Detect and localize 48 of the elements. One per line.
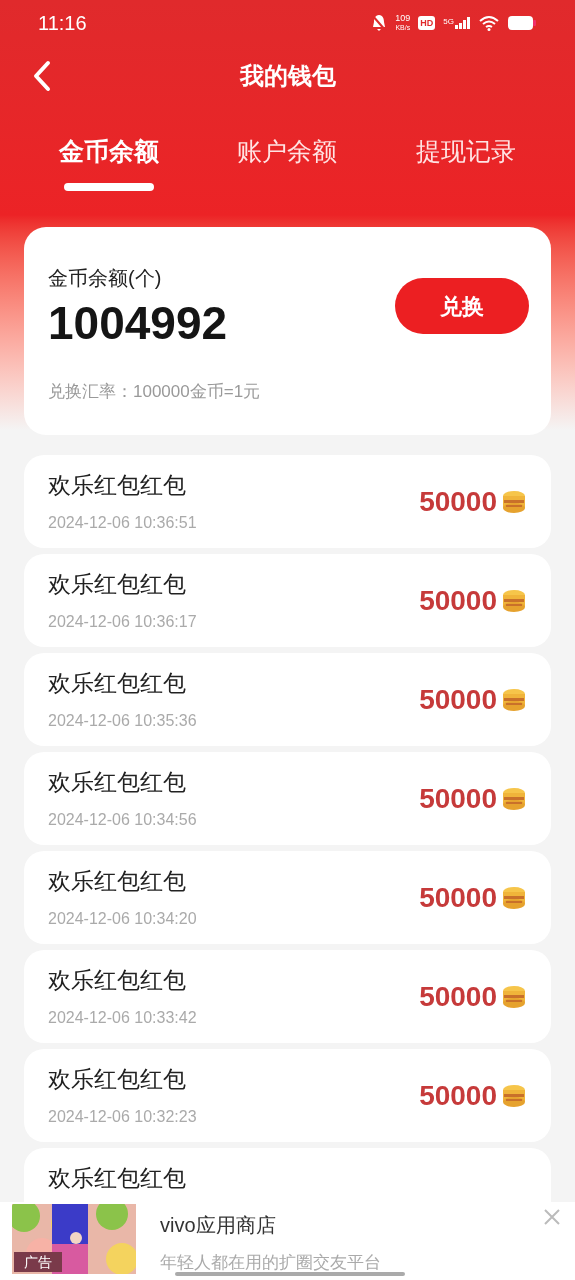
record-amount: 50000 (419, 781, 497, 816)
record-title: 欢乐红包红包 (48, 669, 187, 698)
bell-off-icon (371, 13, 388, 32)
ad-subtitle: 年轻人都在用的扩圈交友平台 (160, 1252, 381, 1274)
record-title: 欢乐红包红包 (48, 1164, 186, 1193)
ad-banner[interactable]: 广告 vivo应用商店 年轻人都在用的扩圈交友平台 (0, 1202, 575, 1280)
record-amount: 50000 (419, 682, 497, 717)
ad-title: vivo应用商店 (160, 1213, 277, 1238)
tab[interactable]: 金币余额 (59, 133, 160, 171)
exchange-button[interactable]: 兑换 (395, 278, 529, 334)
record-time: 2024-12-06 10:34:56 (48, 809, 197, 830)
record-title: 欢乐红包红包 (48, 867, 187, 896)
wifi-icon (479, 14, 499, 31)
record-amount: 50000 (419, 979, 497, 1014)
record-time: 2024-12-06 10:32:23 (48, 1106, 197, 1127)
record-time: 2024-12-06 10:33:42 (48, 1007, 197, 1028)
coin-stack-icon (501, 785, 527, 812)
record-title: 欢乐红包红包 (48, 768, 187, 797)
ad-badge: 广告 (14, 1252, 62, 1272)
record-time: 2024-12-06 10:35:36 (48, 710, 197, 731)
coin-stack-icon (501, 587, 527, 614)
tab[interactable]: 提现记录 (415, 133, 516, 171)
speed-value: 109 (395, 13, 411, 23)
record-title: 欢乐红包红包 (48, 1065, 187, 1094)
record-title: 欢乐红包红包 (48, 570, 187, 599)
coin-stack-icon (501, 884, 527, 911)
record-time: 2024-12-06 10:36:17 (48, 611, 197, 632)
balance-value: 1004992 (48, 296, 228, 351)
signal-icon (455, 16, 471, 29)
record-amount: 50000 (419, 880, 497, 915)
record-time: 2024-12-06 10:34:20 (48, 908, 197, 929)
record-title: 欢乐红包红包 (48, 966, 187, 995)
tab[interactable]: 账户余额 (237, 133, 338, 171)
network-type: 5G (443, 16, 454, 26)
page-title: 我的钱包 (239, 61, 336, 91)
record-amount: 50000 (419, 484, 497, 519)
coin-stack-icon (501, 686, 527, 713)
exchange-rate: 兑换汇率：100000金币=1元 (48, 381, 262, 403)
record-amount: 50000 (419, 1078, 497, 1113)
balance-label: 金币余额(个) (48, 266, 163, 291)
record-time: 2024-12-06 10:36:51 (48, 512, 197, 533)
coin-stack-icon (501, 488, 527, 515)
record-title: 欢乐红包红包 (48, 471, 187, 500)
back-icon[interactable] (32, 60, 52, 92)
status-time: 11:16 (38, 10, 87, 36)
coin-stack-icon (501, 1082, 527, 1109)
record-amount: 50000 (419, 583, 497, 618)
coin-stack-icon (501, 983, 527, 1010)
